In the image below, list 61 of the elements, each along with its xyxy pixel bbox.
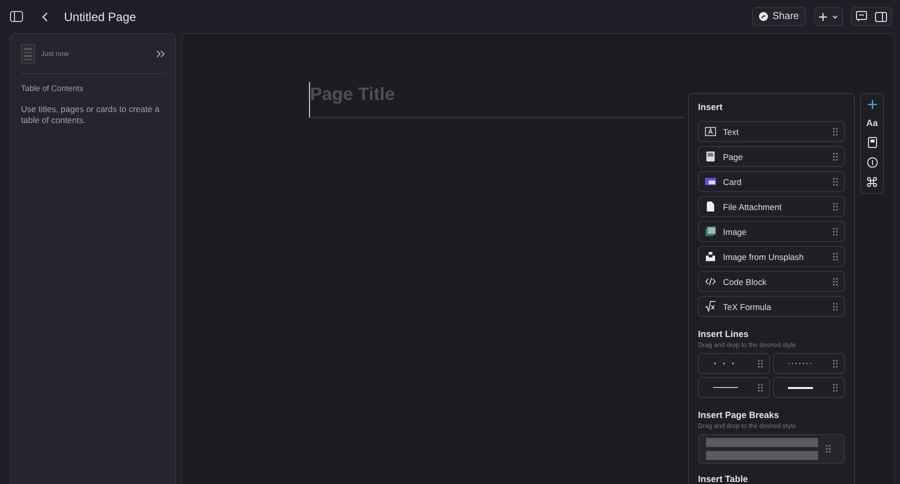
unsplash-icon: [705, 251, 716, 262]
page-thumbnail: [21, 44, 35, 64]
info-icon[interactable]: [866, 157, 878, 168]
dotted-line-icon: [788, 362, 812, 365]
caret-icon: [832, 14, 838, 18]
page-title: Untitled Page: [64, 10, 138, 24]
drag-handle-icon[interactable]: [833, 128, 838, 136]
panel-heading: Insert: [698, 102, 724, 112]
drag-handle-icon[interactable]: [758, 360, 763, 368]
share-button[interactable]: Share: [752, 7, 806, 26]
drag-handle-icon[interactable]: [833, 228, 838, 236]
text-box-icon: [705, 126, 716, 137]
right-panel-icon[interactable]: [875, 12, 887, 22]
insert-item[interactable]: Code Block: [698, 271, 845, 292]
image-icon: [705, 226, 716, 237]
drag-handle-icon[interactable]: [833, 202, 838, 210]
page-icon[interactable]: [868, 137, 876, 148]
thick-line-icon: [788, 386, 813, 388]
insert-item[interactable]: Card: [698, 171, 845, 192]
page-break-icon: [706, 438, 818, 460]
section-heading: Insert Table: [698, 474, 749, 484]
insert-item[interactable]: File Attachment: [698, 196, 845, 217]
line-style-tile[interactable]: [698, 377, 770, 398]
drag-handle-icon[interactable]: [833, 178, 838, 186]
back-icon[interactable]: [41, 12, 48, 22]
line-style-tile[interactable]: [773, 353, 845, 374]
square-root-icon: [705, 301, 716, 312]
thin-line-icon: [713, 386, 738, 388]
section-heading: Insert Lines: [698, 329, 750, 339]
insert-item[interactable]: Image from Unsplash: [698, 246, 845, 267]
drag-handle-icon[interactable]: [833, 278, 838, 286]
comment-icon[interactable]: [856, 11, 867, 22]
toc-hint: Use titles, pages or cards to create a table of contents.: [21, 104, 160, 127]
drag-handle-icon[interactable]: [833, 152, 838, 160]
card-icon: [705, 176, 716, 187]
collapse-icon[interactable]: [156, 50, 165, 58]
font-button[interactable]: Aa: [866, 118, 878, 128]
plus-icon: [819, 12, 827, 20]
insert-item[interactable]: Text: [698, 121, 845, 142]
command-icon[interactable]: [867, 177, 877, 187]
code-icon: [705, 276, 716, 287]
insert-item[interactable]: TeX Formula: [698, 296, 845, 317]
section-heading: Insert Page Breaks: [698, 410, 780, 420]
insert-item[interactable]: Image: [698, 221, 845, 242]
page-break-tile[interactable]: [698, 434, 845, 464]
line-style-tile[interactable]: [698, 353, 770, 374]
insert-item[interactable]: Page: [698, 146, 845, 167]
drag-handle-icon[interactable]: [833, 384, 838, 392]
line-style-tile[interactable]: [773, 377, 845, 398]
page-icon: [705, 151, 716, 162]
add-menu-button[interactable]: [814, 7, 843, 26]
sidebar-toggle-icon[interactable]: [10, 11, 23, 22]
drag-handle-icon[interactable]: [833, 252, 838, 260]
add-icon[interactable]: [868, 100, 876, 109]
toc-heading: Table of Contents: [21, 84, 84, 93]
drag-handle-icon[interactable]: [826, 445, 831, 453]
share-icon: [759, 12, 768, 21]
drag-handle-icon[interactable]: [833, 360, 838, 368]
drag-handle-icon[interactable]: [833, 302, 838, 310]
file-icon: [705, 201, 716, 212]
drag-handle-icon[interactable]: [758, 384, 763, 392]
